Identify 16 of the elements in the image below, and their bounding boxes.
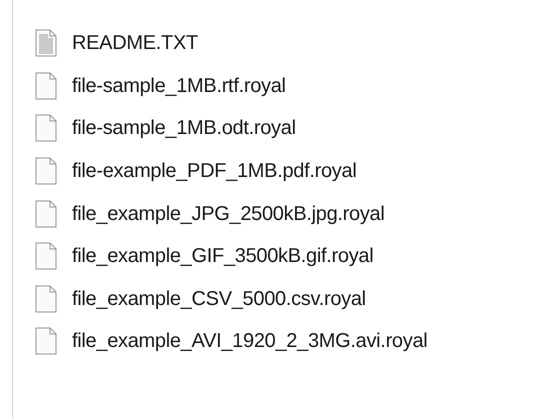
file-icon	[35, 72, 57, 100]
file-icon	[35, 242, 57, 270]
file-name[interactable]: file_example_GIF_3500kB.gif.royal	[72, 241, 374, 272]
file-name[interactable]: file_example_CSV_5000.csv.royal	[72, 284, 366, 314]
file-icon	[35, 284, 57, 313]
file-icon	[35, 114, 57, 142]
file-icon	[35, 327, 57, 356]
file-name[interactable]: file-example_PDF_1MB.pdf.royal	[72, 156, 356, 186]
file-name[interactable]: file-sample_1MB.odt.royal	[72, 113, 296, 144]
file-name[interactable]: README.TXT	[72, 28, 198, 58]
file-name[interactable]: file_example_JPG_2500kB.jpg.royal	[72, 198, 385, 229]
file-name[interactable]: file-sample_1MB.rtf.royal	[72, 70, 286, 101]
text-file-icon	[35, 29, 57, 58]
file-icon	[35, 157, 57, 186]
file-icon	[35, 200, 57, 228]
file-name[interactable]: file_example_AVI_1920_2_3MG.avi.royal	[72, 326, 428, 356]
